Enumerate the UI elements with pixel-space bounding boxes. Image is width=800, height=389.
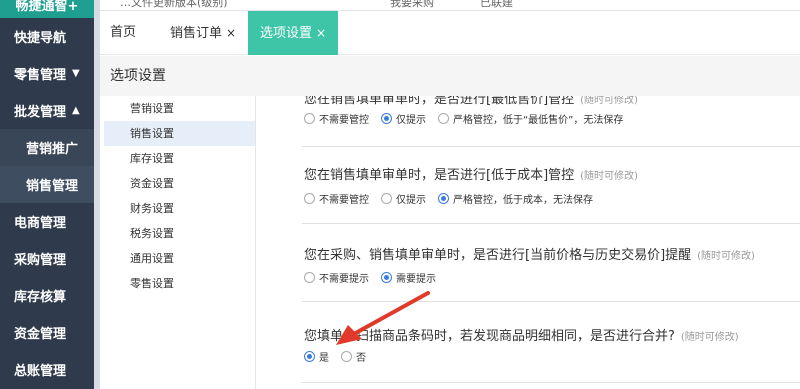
radio-button[interactable]	[381, 272, 392, 283]
chevron-down-icon: ▼	[72, 68, 80, 79]
sidebar-item-purchase[interactable]: 采购管理	[0, 240, 94, 277]
radio-button[interactable]	[341, 351, 352, 362]
tab-bar: 首页 销售订单 × 选项设置 ×	[100, 11, 800, 55]
radio-option[interactable]: 不需要提示	[304, 270, 369, 285]
radio-button[interactable]	[381, 113, 392, 124]
sidebar-item-label: 电商管理	[14, 216, 67, 231]
sidebar-item-label: 批发管理	[14, 105, 67, 120]
divider	[302, 382, 800, 383]
submenu-item-inventory[interactable]: 库存设置	[104, 146, 255, 171]
sidebar-item-quick-nav[interactable]: 快捷导航	[0, 18, 94, 55]
radio-button[interactable]	[438, 113, 449, 124]
setting-options: 是 否	[304, 349, 366, 364]
setting-options: 不需要管控 仅提示 严格管控，低于成本，无法保存	[304, 191, 593, 206]
sidebar-item-label: 销售管理	[26, 179, 79, 194]
sidebar-item-wholesale[interactable]: 批发管理 ▲	[0, 92, 94, 129]
radio-button[interactable]	[304, 193, 315, 204]
brand-logo: 畅捷通智+	[0, 0, 94, 18]
sidebar-item-label: 库存核算	[14, 290, 67, 305]
sidebar: 畅捷通智+ 快捷导航 零售管理 ▼ 批发管理 ▲ 营销推广 销售管理 电商管理 采购…	[0, 0, 94, 389]
setting-question: 您在采购、销售填单审单时，是否进行[当前价格与历史交易价]提醒 (随时可修改)	[304, 248, 755, 263]
tab-label: 销售订单	[170, 26, 223, 41]
setting-question: 您在销售填单审单时，是否进行[低于成本]管控 (随时可修改)	[304, 168, 638, 183]
sidebar-item-retail[interactable]: 零售管理 ▼	[0, 55, 94, 92]
submenu-item-sales[interactable]: 销售设置	[104, 121, 255, 146]
sidebar-item-ecommerce[interactable]: 电商管理	[0, 203, 94, 240]
radio-option[interactable]: 仅提示	[381, 111, 426, 126]
radio-option[interactable]: 不需要管控	[304, 191, 369, 206]
sidebar-item-label: 资金管理	[14, 327, 67, 342]
tab-label: 选项设置	[260, 26, 313, 41]
radio-option[interactable]: 不需要管控	[304, 111, 369, 126]
radio-option[interactable]: 严格管控，低于“最低售价”，无法保存	[438, 111, 623, 126]
sidebar-item-marketing[interactable]: 营销推广	[0, 129, 94, 166]
radio-button[interactable]	[304, 272, 315, 283]
annotation-arrow-icon	[336, 291, 430, 345]
submenu-item-marketing[interactable]: 营销设置	[104, 96, 255, 121]
tab-options[interactable]: 选项设置 ×	[248, 11, 339, 55]
submenu-item-tax[interactable]: 税务设置	[104, 221, 255, 246]
submenu-item-general[interactable]: 通用设置	[104, 246, 255, 271]
tab-label: 首页	[110, 25, 137, 40]
sidebar-item-label: 零售管理	[14, 68, 67, 83]
setting-options: 不需要管控 仅提示 严格管控，低于“最低售价”，无法保存	[304, 111, 623, 126]
radio-option[interactable]: 否	[341, 349, 366, 364]
radio-button[interactable]	[381, 193, 392, 204]
radio-option[interactable]: 是	[304, 349, 329, 364]
sidebar-item-inventory[interactable]: 库存核算	[0, 277, 94, 314]
divider	[302, 223, 800, 224]
radio-button[interactable]	[438, 193, 449, 204]
close-icon[interactable]: ×	[226, 26, 236, 40]
radio-button[interactable]	[304, 113, 315, 124]
sidebar-item-funds[interactable]: 资金管理	[0, 314, 94, 351]
sidebar-item-label: 采购管理	[14, 253, 67, 268]
chevron-up-icon: ▲	[72, 105, 80, 116]
submenu-item-finance[interactable]: 财务设置	[104, 196, 255, 221]
update-notice[interactable]: …文件更新版本(级别)	[120, 0, 228, 10]
radio-option[interactable]: 仅提示	[381, 191, 426, 206]
connected-link[interactable]: 已联建	[480, 0, 513, 10]
setting-options: 不需要提示 需要提示	[304, 270, 436, 285]
radio-option[interactable]: 需要提示	[381, 270, 436, 285]
purchase-link[interactable]: 我要采购	[390, 0, 434, 10]
tab-sales-order[interactable]: 销售订单 ×	[170, 11, 236, 55]
sidebar-item-label: 快捷导航	[14, 31, 67, 46]
settings-submenu: 营销设置 销售设置 库存设置 资金设置 财务设置 税务设置 通用设置 零售设置	[104, 96, 256, 389]
submenu-item-funds[interactable]: 资金设置	[104, 171, 255, 196]
sidebar-item-ledger[interactable]: 总账管理	[0, 351, 94, 388]
page-title: 选项设置	[100, 56, 800, 96]
top-toolbar: …文件更新版本(级别) 我要采购 已联建	[100, 0, 800, 11]
submenu-item-retail[interactable]: 零售设置	[104, 271, 255, 296]
setting-question: 您在销售填单审单时，是否进行[最低售价]管控 (随时可修改)	[304, 96, 638, 107]
tab-home[interactable]: 首页	[110, 11, 136, 55]
radio-option[interactable]: 严格管控，低于成本，无法保存	[438, 191, 593, 206]
sidebar-item-label: 总账管理	[14, 364, 67, 379]
radio-button[interactable]	[304, 351, 315, 362]
divider	[302, 146, 800, 147]
close-icon[interactable]: ×	[316, 26, 326, 40]
sidebar-item-sales[interactable]: 销售管理	[0, 166, 94, 203]
sidebar-item-label: 营销推广	[26, 142, 79, 157]
